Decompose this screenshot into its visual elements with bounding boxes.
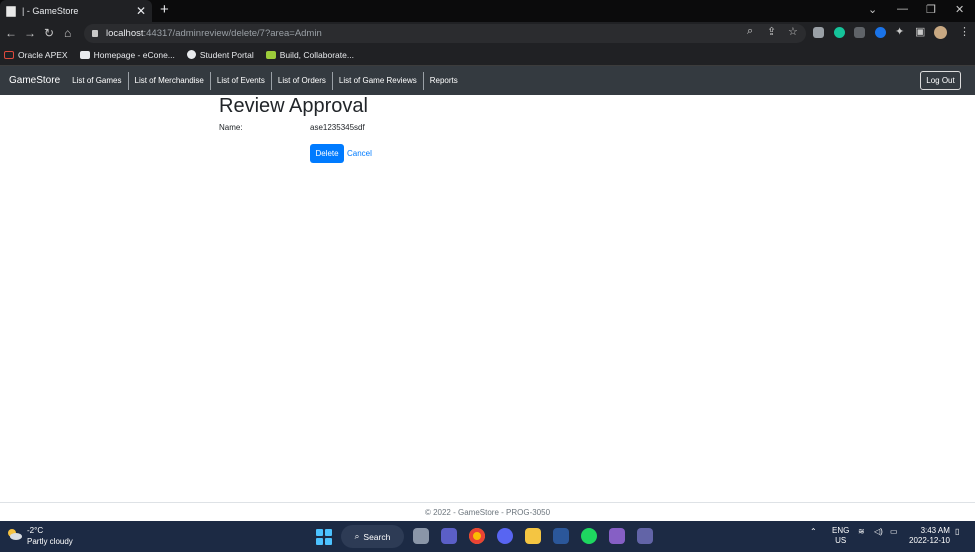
teams-chat-icon[interactable] xyxy=(441,528,457,544)
wifi-icon[interactable]: ≋ xyxy=(858,527,865,536)
partly-cloudy-icon[interactable] xyxy=(6,528,22,540)
reload-icon[interactable]: ↻ xyxy=(44,25,54,41)
nav-list-of-merchandise[interactable]: List of Merchandise xyxy=(129,71,211,90)
notifications-icon[interactable]: ▯ xyxy=(955,527,959,536)
nav-list-of-events[interactable]: List of Events xyxy=(211,71,272,90)
brand-link[interactable]: GameStore xyxy=(9,75,60,86)
page-title: Review Approval xyxy=(219,95,368,117)
close-tab-icon[interactable]: ✕ xyxy=(136,5,146,17)
logout-button[interactable]: Log Out xyxy=(920,71,961,90)
battery-icon[interactable]: ▭ xyxy=(890,527,898,536)
browser-tab[interactable]: | - GameStore ✕ xyxy=(0,0,152,22)
browser-tab-strip: | - GameStore ✕ + ⌄ — ❐ ✕ xyxy=(0,0,975,22)
spotify-icon[interactable] xyxy=(581,528,597,544)
taskbar-search-button[interactable]: ⌕ Search xyxy=(341,525,404,548)
page-favicon-icon xyxy=(6,5,16,17)
tab-search-chevron-icon[interactable]: ⌄ xyxy=(868,3,877,16)
bookmark-homepage[interactable]: Homepage - eCone... xyxy=(79,49,175,60)
d2l-icon xyxy=(79,50,90,59)
globe-icon xyxy=(186,50,196,59)
bookmark-student-portal[interactable]: Student Portal xyxy=(186,49,254,60)
share-icon[interactable]: ⇪ xyxy=(767,25,776,38)
back-icon[interactable]: ← xyxy=(5,25,17,41)
discord-icon[interactable] xyxy=(497,528,513,544)
clock-time: 3:43 AM xyxy=(920,526,950,535)
clock-date: 2022-12-10 xyxy=(909,536,950,545)
address-bar[interactable]: localhost :44317/adminreview/delete/7?ar… xyxy=(84,24,806,43)
zoom-search-icon[interactable]: ⌕ xyxy=(747,25,753,38)
url-host: localhost xyxy=(106,28,144,39)
grammarly-extension-icon[interactable] xyxy=(834,27,845,38)
bookmark-label: Build, Collaborate... xyxy=(279,49,354,60)
language-code: ENG xyxy=(832,526,850,535)
nav-list-of-game-reviews[interactable]: List of Game Reviews xyxy=(333,71,424,90)
home-icon[interactable]: ⌂ xyxy=(64,25,71,41)
nav-list-of-orders[interactable]: List of Orders xyxy=(272,71,333,90)
weather-temperature[interactable]: -2°C xyxy=(27,526,43,535)
volume-icon[interactable]: ◁) xyxy=(874,527,883,536)
show-hidden-icons-chevron-icon[interactable]: ⌃ xyxy=(810,527,817,536)
bookmark-build-collaborate[interactable]: Build, Collaborate... xyxy=(265,49,354,60)
url-path: :44317/adminreview/delete/7?area=Admin xyxy=(143,28,322,39)
delete-button[interactable]: Delete xyxy=(310,144,344,163)
extension-3-icon[interactable] xyxy=(854,27,865,38)
nav-reports[interactable]: Reports xyxy=(424,72,464,90)
bookmark-label: Student Portal xyxy=(199,49,254,60)
weather-description[interactable]: Partly cloudy xyxy=(27,537,73,546)
input-language[interactable]: ENG US xyxy=(832,526,849,546)
nav-list-of-games[interactable]: List of Games xyxy=(66,71,129,90)
region-code: US xyxy=(835,536,847,545)
name-value: ase1235345sdf xyxy=(310,123,365,132)
extension-4-icon[interactable] xyxy=(875,27,886,38)
bookmark-oracle-apex[interactable]: Oracle APEX xyxy=(4,50,68,60)
browser-toolbar: ← → ↻ ⌂ localhost :44317/adminreview/del… xyxy=(0,22,975,44)
bookmark-star-icon[interactable]: ☆ xyxy=(788,25,798,38)
minimize-icon[interactable]: — xyxy=(897,3,908,15)
extensions-puzzle-icon[interactable]: ✦ xyxy=(895,25,904,38)
cancel-link[interactable]: Cancel xyxy=(347,149,372,158)
build-icon xyxy=(265,50,276,59)
close-window-icon[interactable]: ✕ xyxy=(955,3,964,16)
page-footer: © 2022 - GameStore - PROG-3050 xyxy=(0,502,975,522)
search-label: Search xyxy=(363,531,391,542)
restore-icon[interactable]: ❐ xyxy=(926,3,936,16)
app-navbar: GameStore List of Games List of Merchand… xyxy=(0,66,975,95)
task-view-icon[interactable] xyxy=(413,528,429,544)
profile-avatar[interactable] xyxy=(934,26,947,39)
teams-icon[interactable] xyxy=(637,528,653,544)
word-icon[interactable] xyxy=(553,528,569,544)
tab-title: | - GameStore xyxy=(22,6,79,16)
oracle-icon xyxy=(4,50,14,59)
lock-icon xyxy=(92,30,98,37)
side-panel-icon[interactable]: ▣ xyxy=(915,25,925,38)
forward-icon[interactable]: → xyxy=(24,25,36,41)
bookmarks-bar: Oracle APEX Homepage - eCone... Student … xyxy=(0,44,975,66)
bookmark-label: Homepage - eCone... xyxy=(93,49,175,60)
new-tab-icon[interactable]: + xyxy=(160,2,169,18)
visual-studio-icon[interactable] xyxy=(609,528,625,544)
name-label: Name: xyxy=(219,123,243,132)
windows-taskbar: -2°C Partly cloudy ⌕ Search ⌃ ENG US ≋ ◁… xyxy=(0,521,975,552)
bookmark-label: Oracle APEX xyxy=(18,49,68,60)
windows-start-icon[interactable] xyxy=(316,529,332,545)
browser-menu-icon[interactable]: ⋮ xyxy=(959,25,970,38)
file-explorer-icon[interactable] xyxy=(525,528,541,544)
extension-1-icon[interactable] xyxy=(813,27,824,38)
system-clock[interactable]: 3:43 AM 2022-12-10 xyxy=(909,526,950,546)
chrome-icon[interactable] xyxy=(469,528,485,544)
search-icon: ⌕ xyxy=(354,531,360,541)
